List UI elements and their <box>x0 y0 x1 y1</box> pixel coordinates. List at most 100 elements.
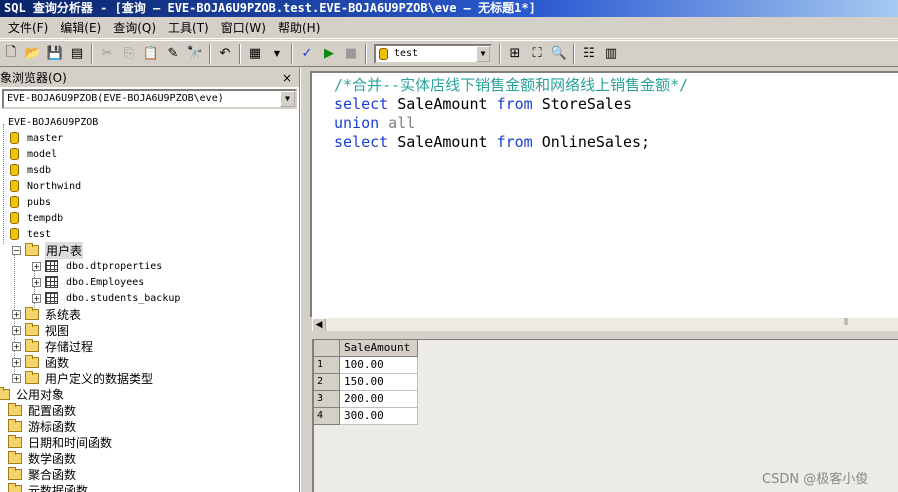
menu-window[interactable]: 窗口(W) <box>215 17 272 39</box>
collapse-icon[interactable]: − <box>12 245 21 255</box>
menu-help[interactable]: 帮助(H) <box>272 17 326 39</box>
cut-icon[interactable]: ✂ <box>96 43 118 65</box>
tree-db-test[interactable]: test <box>10 226 51 242</box>
grid-corner <box>314 340 340 357</box>
sql-text: SaleAmount <box>388 133 497 151</box>
folder-icon <box>25 338 39 352</box>
toolbar-separator <box>209 43 211 64</box>
column-header[interactable]: SaleAmount <box>340 340 418 357</box>
expand-icon[interactable]: + <box>12 373 21 383</box>
parse-query-icon[interactable]: ✓ <box>296 43 318 65</box>
sql-keyword: select <box>334 133 389 151</box>
open-file-icon[interactable]: 📂 <box>22 43 44 65</box>
menu-file[interactable]: 文件(F) <box>2 17 54 39</box>
tree-db-msdb[interactable]: msdb <box>10 162 51 178</box>
tree-common-config-functions[interactable]: 配置函数 <box>8 402 76 418</box>
tree-db-tempdb[interactable]: tempdb <box>10 210 63 226</box>
panel-splitter[interactable] <box>300 68 310 492</box>
undo-icon[interactable]: ↶ <box>214 43 236 65</box>
database-icon <box>10 212 19 224</box>
tree-db-master[interactable]: master <box>10 130 63 146</box>
tree-db-northwind[interactable]: Northwind <box>10 178 81 194</box>
insert-template-icon[interactable]: ▤ <box>66 43 88 65</box>
expand-icon[interactable]: + <box>32 293 41 303</box>
expand-icon[interactable]: + <box>12 325 21 335</box>
results-pane-splitter[interactable] <box>310 331 898 339</box>
tree-folder-functions[interactable]: + 函数 <box>12 354 69 370</box>
execution-plan-icon[interactable]: ⊞ <box>504 43 526 65</box>
row-number[interactable]: 3 <box>314 391 340 408</box>
grid-cell[interactable]: 150.00 <box>340 374 418 391</box>
tree-folder-user-types[interactable]: + 用户定义的数据类型 <box>12 370 153 386</box>
close-icon[interactable]: × <box>279 71 295 85</box>
menu-query[interactable]: 查询(Q) <box>107 17 162 39</box>
row-number[interactable]: 2 <box>314 374 340 391</box>
paste-icon[interactable]: 📋 <box>140 43 162 65</box>
results-grid-icon[interactable]: ▦ <box>244 43 266 65</box>
menu-bar: 文件(F) 编辑(E) 查询(Q) 工具(T) 窗口(W) 帮助(H) <box>0 17 898 39</box>
chevron-down-icon[interactable]: ▼ <box>280 91 295 107</box>
expand-icon[interactable]: + <box>32 261 41 271</box>
tree-label: 元数据函数 <box>28 483 89 492</box>
tree-label: 数学函数 <box>28 451 77 466</box>
stop-query-icon[interactable]: ■ <box>340 43 362 65</box>
tree-label: dbo.dtproperties <box>66 260 163 272</box>
tree-common-objects[interactable]: 公用对象 <box>0 386 64 402</box>
toolbar: 🗋 📂 💾 ▤ ✂ ⎘ 📋 ✎ 🔭 ↶ ▦ ▼ ✓ ▶ ■ test ▼ ⊞ ⛶… <box>0 40 898 67</box>
sql-keyword: from <box>496 95 533 113</box>
query-editor[interactable]: /*合并--实体店线下销售金额和网络线上销售金额*/ select SaleAm… <box>310 71 898 317</box>
find-icon[interactable]: 🔭 <box>184 43 206 65</box>
grid-cell[interactable]: 300.00 <box>340 408 418 425</box>
expand-icon[interactable]: + <box>12 341 21 351</box>
dropdown-arrow-icon[interactable]: ▼ <box>266 43 288 65</box>
tree-common-datetime-functions[interactable]: 日期和时间函数 <box>8 434 112 450</box>
clear-window-icon[interactable]: ✎ <box>162 43 184 65</box>
save-icon[interactable]: 💾 <box>44 43 66 65</box>
grid-cell[interactable]: 100.00 <box>340 357 418 374</box>
database-select[interactable]: test ▼ <box>374 43 492 64</box>
server-connection-select[interactable]: EVE-BOJA6U9PZOB(EVE-BOJA6U9PZOB\eve) ▼ <box>2 89 297 109</box>
object-browser-title: 象浏览器(O) <box>0 71 67 85</box>
row-number[interactable]: 1 <box>314 357 340 374</box>
tree-folder-user-tables[interactable]: − 用户表 <box>12 241 84 259</box>
tree-table-dtproperties[interactable]: + dbo.dtproperties <box>32 258 162 274</box>
show-results-pane-icon[interactable]: ▥ <box>600 43 622 65</box>
sql-keyword: select <box>334 95 389 113</box>
scroll-left-icon[interactable]: ◀ <box>312 318 326 332</box>
new-query-icon[interactable]: 🗋 <box>0 43 22 65</box>
expand-icon[interactable]: + <box>12 309 21 319</box>
tree-folder-views[interactable]: + 视图 <box>12 322 69 338</box>
table-icon <box>45 260 58 272</box>
execute-query-icon[interactable]: ▶ <box>318 43 340 65</box>
tree-common-aggregate-functions[interactable]: 聚合函数 <box>8 466 76 482</box>
object-search-icon[interactable]: 🔍 <box>548 43 570 65</box>
tree-folder-stored-procedures[interactable]: + 存储过程 <box>12 338 93 354</box>
folder-icon <box>0 386 10 400</box>
tree-table-students-backup[interactable]: + dbo.students_backup <box>32 290 180 306</box>
tree-folder-system-tables[interactable]: + 系统表 <box>12 306 81 322</box>
tree-common-metadata-functions[interactable]: 元数据函数 <box>8 482 88 492</box>
server-connection-value: EVE-BOJA6U9PZOB(EVE-BOJA6U9PZOB\eve) <box>7 93 224 104</box>
grid-cell[interactable]: 200.00 <box>340 391 418 408</box>
tree-label: 用户定义的数据类型 <box>45 371 154 386</box>
expand-icon[interactable]: + <box>32 277 41 287</box>
chevron-down-icon[interactable]: ▼ <box>476 45 490 62</box>
tree-common-math-functions[interactable]: 数学函数 <box>8 450 76 466</box>
row-number[interactable]: 4 <box>314 408 340 425</box>
sql-comment: /*合并--实体店线下销售金额和网络线上销售金额*/ <box>334 76 689 94</box>
folder-icon <box>8 418 22 432</box>
tree-common-cursor-functions[interactable]: 游标函数 <box>8 418 76 434</box>
scroll-grip-icon[interactable]: ⦀ <box>844 318 848 328</box>
tree-server-node[interactable]: EVE-BOJA6U9PZOB <box>8 114 98 130</box>
tree-db-model[interactable]: model <box>10 146 57 162</box>
tree-table-employees[interactable]: + dbo.Employees <box>32 274 144 290</box>
tree-db-pubs[interactable]: pubs <box>10 194 51 210</box>
menu-tools[interactable]: 工具(T) <box>162 17 215 39</box>
expand-icon[interactable]: + <box>12 357 21 367</box>
properties-icon[interactable]: ☷ <box>578 43 600 65</box>
copy-icon[interactable]: ⎘ <box>118 43 140 65</box>
editor-horizontal-scrollbar[interactable]: ◀ ⦀ <box>312 317 898 332</box>
object-browser-icon[interactable]: ⛶ <box>526 43 548 65</box>
sql-text: SaleAmount <box>388 95 497 113</box>
menu-edit[interactable]: 编辑(E) <box>54 17 107 39</box>
